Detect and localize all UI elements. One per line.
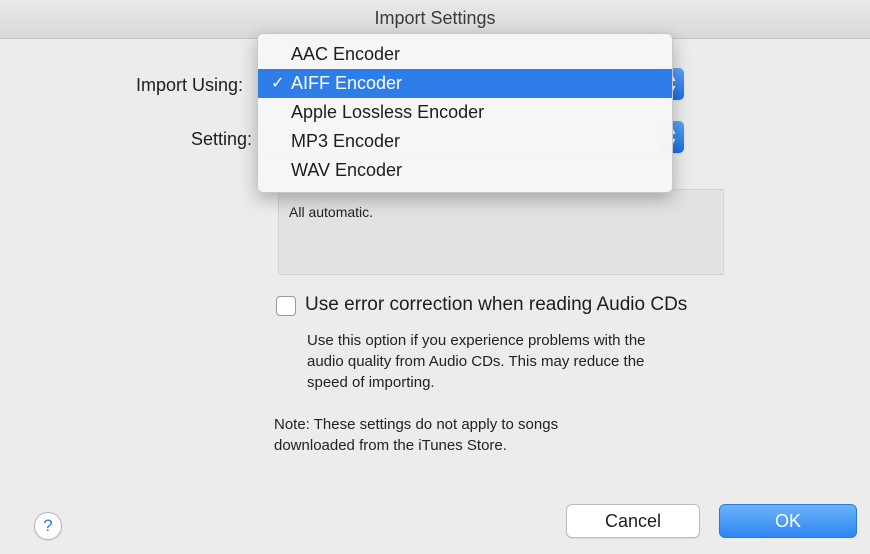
window-title: Import Settings [374, 8, 496, 28]
note-line: Note: These settings do not apply to son… [274, 416, 559, 433]
cancel-button[interactable]: Cancel [566, 504, 700, 538]
menu-item-label: AIFF Encoder [291, 73, 403, 93]
settings-description-box: All automatic. [278, 189, 724, 275]
menu-item-apple-lossless-encoder[interactable]: Apple Lossless Encoder [258, 98, 672, 127]
checkmark-icon: ✓ [271, 75, 285, 92]
help-line: speed of importing. [307, 374, 435, 391]
error-correction-checkbox[interactable] [276, 296, 296, 316]
ok-button[interactable]: OK [719, 504, 857, 538]
note-line: downloaded from the iTunes Store. [274, 437, 507, 454]
settings-description: All automatic. [289, 204, 374, 220]
menu-item-label: MP3 Encoder [291, 131, 401, 151]
menu-item-aiff-encoder[interactable]: ✓ AIFF Encoder [258, 69, 672, 98]
error-correction-label[interactable]: Use error correction when reading Audio … [305, 294, 687, 316]
menu-item-mp3-encoder[interactable]: MP3 Encoder [258, 127, 672, 156]
menu-item-aac-encoder[interactable]: AAC Encoder [258, 40, 672, 69]
note-text: Note: These settings do not apply to son… [274, 414, 674, 456]
setting-label: Setting: [191, 129, 253, 149]
help-line: audio quality from Audio CDs. This may r… [307, 353, 645, 370]
help-line: Use this option if you experience proble… [307, 332, 646, 349]
menu-item-label: Apple Lossless Encoder [291, 102, 485, 122]
encoder-dropdown-menu: AAC Encoder ✓ AIFF Encoder Apple Lossles… [257, 33, 673, 193]
menu-item-label: AAC Encoder [291, 44, 401, 64]
help-button[interactable]: ? [34, 512, 62, 540]
menu-item-label: WAV Encoder [291, 160, 403, 180]
import-using-label: Import Using: [136, 75, 244, 95]
menu-item-wav-encoder[interactable]: WAV Encoder [258, 156, 672, 185]
error-correction-help: Use this option if you experience proble… [307, 330, 767, 393]
import-settings-dialog: Import Settings Import Using: ▴ ▾ Setting… [0, 0, 870, 554]
